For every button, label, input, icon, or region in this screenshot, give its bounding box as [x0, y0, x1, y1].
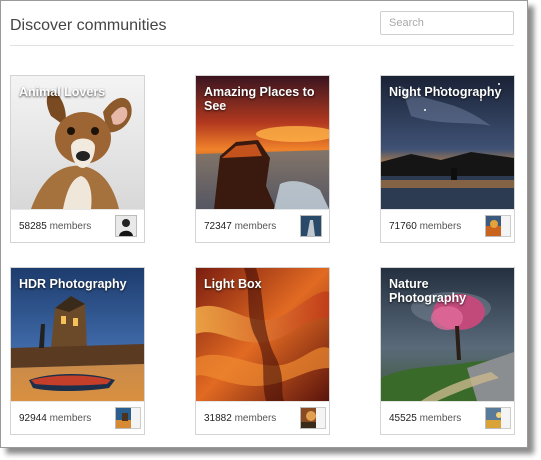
card-footer: 45525 members: [381, 401, 514, 434]
search-input[interactable]: [380, 11, 514, 35]
member-count: 92944 members: [19, 413, 92, 424]
community-card-animal-lovers[interactable]: Animal Lovers 58285 members: [10, 75, 145, 243]
community-name[interactable]: HDR Photography: [19, 277, 138, 291]
member-count: 72347 members: [204, 221, 277, 232]
card-footer: 58285 members: [11, 209, 144, 242]
community-card-nature-photography[interactable]: Nature Photography 45525 members: [380, 267, 515, 435]
member-avatar[interactable]: [300, 215, 322, 237]
community-name[interactable]: Animal Lovers: [19, 85, 138, 99]
card-footer: 72347 members: [196, 209, 329, 242]
panel-header: Discover communities: [10, 10, 514, 46]
community-card-amazing-places[interactable]: Amazing Places to See 72347 members: [195, 75, 330, 243]
more-members-stack: [131, 407, 141, 429]
community-card-night-photography[interactable]: Night Photography 71760 members: [380, 75, 515, 243]
member-count: 71760 members: [389, 221, 462, 232]
community-name[interactable]: Amazing Places to See: [204, 85, 323, 113]
more-members-stack: [501, 407, 511, 429]
community-name[interactable]: Nature Photography: [389, 277, 508, 305]
community-name[interactable]: Night Photography: [389, 85, 508, 99]
community-card-light-box[interactable]: Light Box 31882 members: [195, 267, 330, 435]
community-name[interactable]: Light Box: [204, 277, 323, 291]
member-count: 31882 members: [204, 413, 277, 424]
member-count: 58285 members: [19, 221, 92, 232]
card-footer: 92944 members: [11, 401, 144, 434]
member-avatar[interactable]: [115, 215, 137, 237]
card-footer: 71760 members: [381, 209, 514, 242]
card-footer: 31882 members: [196, 401, 329, 434]
more-members-stack: [501, 215, 511, 237]
more-members-stack: [316, 407, 326, 429]
community-card-hdr-photography[interactable]: HDR Photography 92944 members: [10, 267, 145, 435]
communities-panel: Discover communities Search Animal Lover…: [0, 0, 528, 448]
member-count: 45525 members: [389, 413, 462, 424]
page-title: Discover communities: [10, 17, 167, 34]
